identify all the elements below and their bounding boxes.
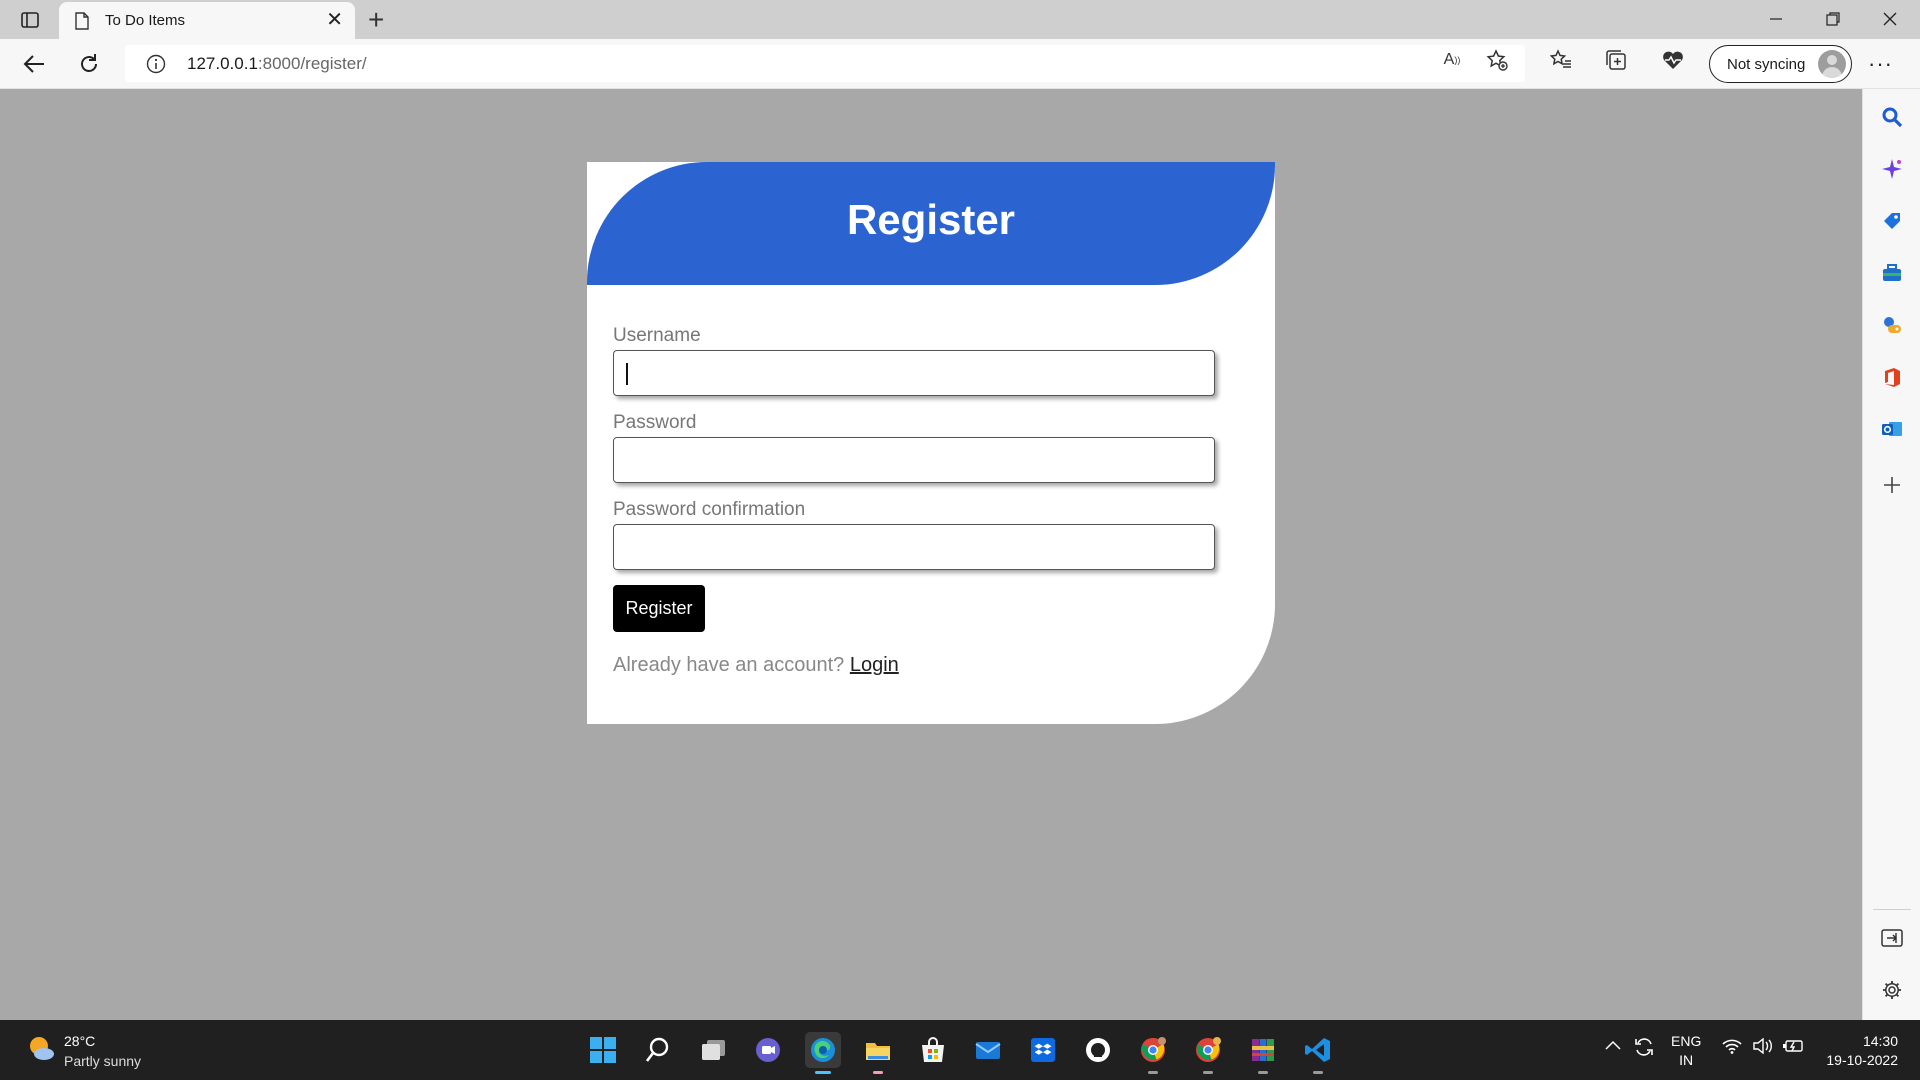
dropbox-icon[interactable] bbox=[1025, 1032, 1061, 1068]
edge-taskbar-icon[interactable] bbox=[805, 1032, 841, 1074]
microsoft-store-icon[interactable] bbox=[915, 1032, 951, 1068]
running-indicator bbox=[1313, 1071, 1323, 1074]
settings-gear-icon[interactable] bbox=[1880, 978, 1904, 1002]
running-indicator bbox=[1258, 1071, 1268, 1074]
office-icon[interactable] bbox=[1880, 365, 1904, 389]
address-bar[interactable]: 127.0.0.1:8000/register/ bbox=[125, 45, 1525, 82]
password-confirmation-label: Password confirmation bbox=[613, 499, 806, 520]
password-confirmation-input[interactable] bbox=[613, 524, 1215, 570]
login-prompt-text: Already have an account? bbox=[613, 654, 845, 676]
close-window-icon[interactable] bbox=[1878, 8, 1902, 30]
start-icon[interactable] bbox=[585, 1032, 621, 1068]
lang-bottom: IN bbox=[1679, 1052, 1694, 1068]
weather-condition: Partly sunny bbox=[64, 1053, 142, 1069]
clock[interactable]: 14:30 19-10-2022 bbox=[1820, 1032, 1898, 1070]
file-explorer-icon[interactable] bbox=[860, 1032, 896, 1074]
more-options-icon[interactable]: ··· bbox=[1868, 51, 1893, 77]
vscode-icon[interactable] bbox=[1300, 1032, 1336, 1074]
text-caret bbox=[626, 363, 628, 385]
clock-time: 14:30 bbox=[1862, 1033, 1898, 1049]
read-aloud-icon[interactable]: A)) bbox=[1439, 47, 1465, 73]
page-title: Register bbox=[846, 196, 1016, 243]
url-text: 127.0.0.1:8000/register/ bbox=[187, 54, 367, 73]
add-sidebar-app-icon[interactable] bbox=[1880, 473, 1904, 497]
running-indicator bbox=[1203, 1071, 1213, 1074]
password-input[interactable] bbox=[613, 437, 1215, 483]
search-icon[interactable] bbox=[1880, 105, 1904, 129]
new-tab-icon[interactable]: + bbox=[368, 4, 384, 36]
wifi-icon[interactable] bbox=[1722, 1038, 1742, 1057]
browser-essentials-icon[interactable] bbox=[1660, 47, 1686, 73]
running-indicator bbox=[1148, 1071, 1158, 1074]
windows-taskbar: 28°C Partly sunny ENG IN 14:30 19-10-202… bbox=[0, 1020, 1920, 1080]
register-button[interactable]: Register bbox=[613, 585, 705, 632]
tab-title: To Do Items bbox=[105, 12, 186, 29]
battery-icon[interactable] bbox=[1782, 1038, 1804, 1057]
browser-tab[interactable]: To Do Items ✕ bbox=[59, 2, 355, 39]
running-indicator bbox=[815, 1071, 831, 1074]
favorites-icon[interactable] bbox=[1548, 47, 1574, 73]
tab-bar: To Do Items ✕ + bbox=[0, 0, 1920, 39]
tools-icon[interactable] bbox=[1880, 261, 1904, 285]
lang-top: ENG bbox=[1671, 1033, 1702, 1049]
winrar-icon[interactable] bbox=[1245, 1032, 1281, 1074]
hide-sidebar-icon[interactable] bbox=[1880, 926, 1904, 950]
profile-sync-button[interactable]: Not syncing bbox=[1709, 45, 1852, 83]
browser-toolbar: 127.0.0.1:8000/register/ A)) Not syncing… bbox=[0, 39, 1920, 89]
password-label: Password bbox=[613, 412, 697, 433]
chrome-profile-icon[interactable] bbox=[1135, 1032, 1171, 1074]
weather-widget[interactable]: 28°C Partly sunny bbox=[26, 1033, 141, 1069]
github-icon[interactable] bbox=[1080, 1032, 1116, 1068]
restore-icon[interactable] bbox=[1821, 8, 1845, 30]
games-icon[interactable] bbox=[1880, 313, 1904, 337]
card-header: Register bbox=[587, 162, 1275, 285]
sync-status-label: Not syncing bbox=[1727, 56, 1806, 73]
back-icon[interactable] bbox=[19, 49, 49, 79]
username-label: Username bbox=[613, 325, 701, 346]
running-indicator bbox=[873, 1071, 883, 1074]
site-info-icon[interactable] bbox=[146, 54, 166, 79]
show-hidden-icons-icon[interactable] bbox=[1604, 1038, 1622, 1055]
outlook-icon[interactable] bbox=[1880, 417, 1904, 441]
minimize-icon[interactable] bbox=[1764, 8, 1788, 30]
search-taskbar-icon[interactable] bbox=[640, 1032, 676, 1068]
input-language[interactable]: ENG IN bbox=[1671, 1032, 1701, 1070]
teams-chat-icon[interactable] bbox=[750, 1032, 786, 1068]
clock-date: 19-10-2022 bbox=[1826, 1052, 1898, 1068]
login-link[interactable]: Login bbox=[850, 654, 899, 676]
add-favorite-icon[interactable] bbox=[1484, 47, 1510, 73]
collections-icon[interactable] bbox=[1603, 47, 1629, 73]
tab-close-icon[interactable]: ✕ bbox=[326, 10, 343, 30]
chrome-icon[interactable] bbox=[1190, 1032, 1226, 1074]
volume-icon[interactable] bbox=[1752, 1037, 1772, 1057]
mail-icon[interactable] bbox=[970, 1032, 1006, 1068]
tab-actions-icon[interactable] bbox=[18, 9, 42, 31]
onedrive-sync-icon[interactable] bbox=[1633, 1036, 1655, 1061]
task-view-icon[interactable] bbox=[695, 1032, 731, 1068]
shopping-icon[interactable] bbox=[1880, 209, 1904, 233]
page-icon bbox=[75, 12, 89, 35]
avatar bbox=[1818, 50, 1846, 78]
weather-temp: 28°C bbox=[64, 1033, 96, 1049]
sidebar-divider bbox=[1873, 909, 1911, 910]
discover-icon[interactable] bbox=[1880, 157, 1904, 181]
edge-sidebar bbox=[1862, 89, 1920, 1020]
partly-sunny-icon bbox=[30, 1037, 54, 1060]
refresh-icon[interactable] bbox=[74, 49, 104, 79]
username-input[interactable] bbox=[613, 350, 1215, 396]
register-card: Register Username Password Password conf… bbox=[587, 162, 1275, 724]
login-prompt: Already have an account? Login bbox=[613, 654, 899, 677]
